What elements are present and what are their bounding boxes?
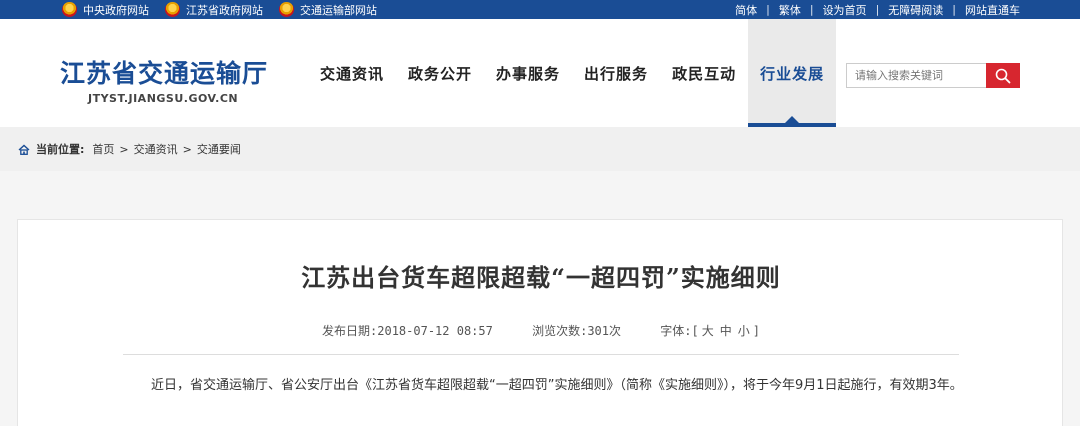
link-accessible-reading[interactable]: 无障碍阅读: [888, 2, 943, 18]
national-emblem-icon: [279, 2, 294, 17]
nav-item-traffic-news[interactable]: 交通资讯: [308, 19, 396, 127]
separator: |: [809, 3, 814, 16]
main-nav: 交通资讯 政务公开 办事服务 出行服务 政民互动 行业发展: [308, 19, 837, 127]
breadcrumb-traffic-headlines[interactable]: 交通要闻: [197, 141, 241, 157]
nav-item-government-affairs[interactable]: 政务公开: [396, 19, 484, 127]
site-logo-domain: JTYST.JIANGSU.GOV.CN: [88, 92, 239, 105]
nav-item-services[interactable]: 办事服务: [484, 19, 572, 127]
search-button[interactable]: [986, 63, 1020, 88]
font-bracket-open: [: [691, 324, 699, 338]
article-panel: 江苏出台货车超限超载“一超四罚”实施细则 发布日期:2018-07-12 08:…: [17, 219, 1063, 426]
link-simplified[interactable]: 简体: [735, 2, 757, 18]
top-links-right: 简体 | 繁体 | 设为首页 | 无障碍阅读 | 网站直通车: [735, 0, 1020, 19]
article-meta: 发布日期:2018-07-12 08:57 浏览次数:301次 字体:[大中小]: [18, 322, 1064, 339]
publish-date: 2018-07-12 08:57: [377, 324, 493, 338]
site-logo-title[interactable]: 江苏省交通运输厅: [60, 54, 268, 90]
font-size-small[interactable]: 小: [738, 324, 750, 338]
font-size-medium[interactable]: 中: [720, 324, 732, 338]
home-icon: [18, 144, 30, 155]
site-header: 江苏省交通运输厅 JTYST.JIANGSU.GOV.CN 交通资讯 政务公开 …: [0, 19, 1080, 127]
national-emblem-icon: [62, 2, 77, 17]
top-link-label: 中央政府网站: [83, 3, 149, 17]
breadcrumb-traffic-news[interactable]: 交通资讯: [134, 141, 178, 157]
top-link-mot[interactable]: 交通运输部网站: [279, 2, 377, 18]
active-caret-icon: [785, 116, 800, 123]
link-set-homepage[interactable]: 设为首页: [823, 2, 867, 18]
top-link-central-gov[interactable]: 中央政府网站: [62, 2, 149, 18]
separator: |: [875, 3, 880, 16]
font-size-switcher: 字体:[大中小]: [660, 324, 760, 338]
search-box: [846, 63, 1020, 88]
search-icon: [995, 68, 1011, 83]
link-traditional[interactable]: 繁体: [779, 2, 801, 18]
article-title: 江苏出台货车超限超载“一超四罚”实施细则: [301, 263, 781, 292]
font-size-large[interactable]: 大: [702, 324, 714, 338]
separator: |: [952, 3, 956, 16]
nav-item-travel[interactable]: 出行服务: [572, 19, 660, 127]
top-link-label: 交通运输部网站: [300, 3, 377, 17]
breadcrumb-separator: >: [119, 142, 129, 156]
font-size-label: 字体:: [660, 324, 692, 338]
link-site-shortcut[interactable]: 网站直通车: [965, 2, 1020, 18]
breadcrumb-home[interactable]: 首页: [92, 141, 114, 157]
nav-item-industry[interactable]: 行业发展: [748, 19, 837, 127]
view-info: 浏览次数:301次: [532, 324, 621, 338]
top-link-jiangsu-gov[interactable]: 江苏省政府网站: [165, 2, 263, 18]
publish-info: 发布日期:2018-07-12 08:57: [322, 324, 493, 338]
font-bracket-close: ]: [752, 324, 760, 338]
article-paragraph: 近日，省交通运输厅、省公安厅出台《江苏省货车超限超载“一超四罚”实施细则》（简称…: [151, 378, 963, 393]
national-emblem-icon: [165, 2, 180, 17]
nav-item-interaction[interactable]: 政民互动: [660, 19, 748, 127]
separator: |: [766, 3, 770, 16]
search-input[interactable]: [846, 63, 986, 88]
publish-label: 发布日期:: [322, 324, 378, 338]
top-link-label: 江苏省政府网站: [186, 3, 263, 17]
views-count: 301次: [587, 324, 621, 338]
article-divider: [123, 354, 959, 355]
breadcrumb-separator: >: [182, 142, 192, 156]
nav-item-label: 行业发展: [760, 64, 825, 83]
views-label: 浏览次数:: [532, 324, 588, 338]
breadcrumb: 当前位置: 首页 > 交通资讯 > 交通要闻: [0, 127, 1080, 171]
breadcrumb-label: 当前位置:: [36, 143, 85, 156]
top-bar: 中央政府网站 江苏省政府网站 交通运输部网站 简体 | 繁体 | 设为首页 | …: [0, 0, 1080, 19]
top-links-left: 中央政府网站 江苏省政府网站 交通运输部网站: [62, 0, 393, 19]
